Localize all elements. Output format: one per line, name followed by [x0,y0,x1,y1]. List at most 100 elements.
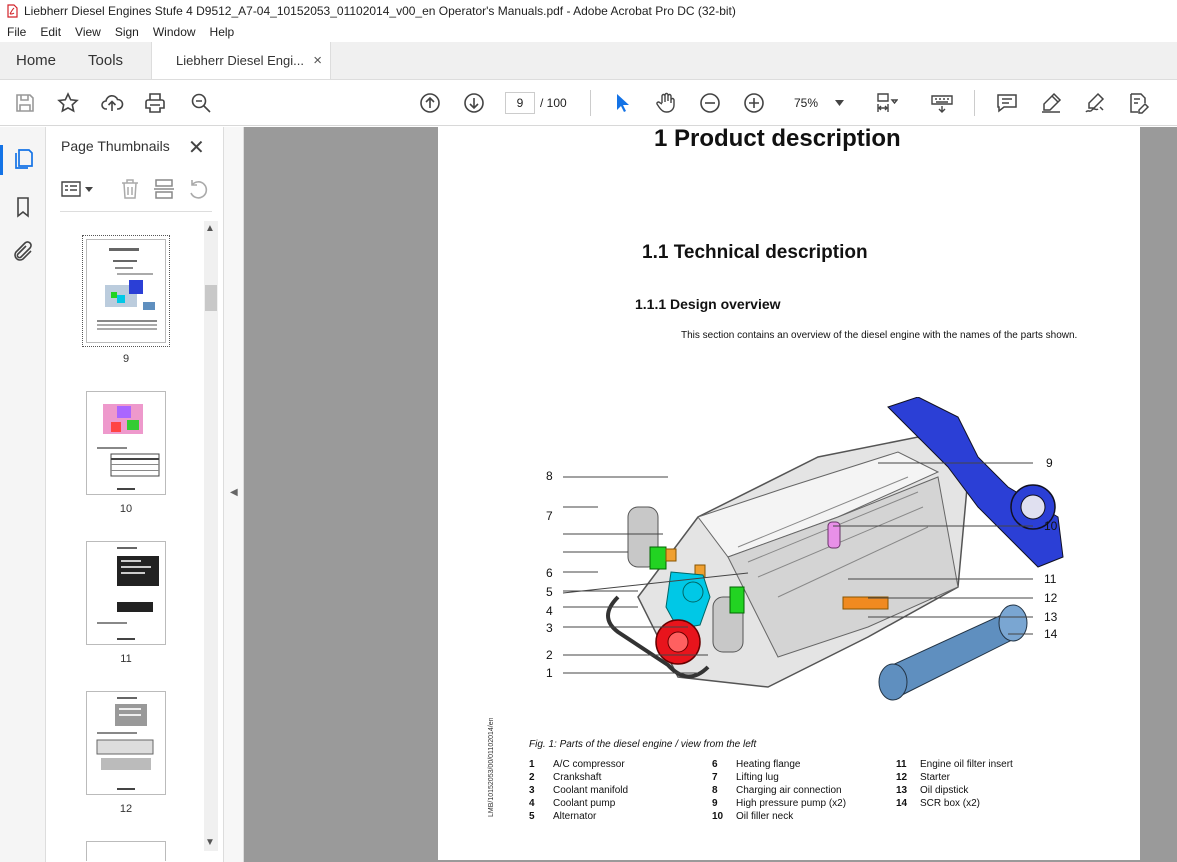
callout-label: 3 [546,621,553,635]
legend-text: Oil filler neck [736,811,794,822]
legend-number: 4 [529,798,535,809]
panel-collapse-handle[interactable]: ◀ [224,127,244,862]
zoom-select[interactable]: 75% [786,92,852,114]
save-icon[interactable] [13,91,37,115]
hand-tool-icon[interactable] [654,91,678,115]
legend-number: 11 [896,759,907,770]
insert-page-icon [154,179,174,199]
legend-text: High pressure pump (x2) [736,798,847,809]
window-titlebar: Liebherr Diesel Engines Stufe 4 D9512_A7… [0,0,1177,22]
callout-label: 9 [1046,456,1053,470]
thumbnail-label: 12 [119,803,133,815]
legend-text: Crankshaft [553,772,602,783]
panel-title: Page Thumbnails [61,138,170,154]
rotate-icon [190,180,208,199]
upload-cloud-icon[interactable] [100,91,124,115]
scroll-up-icon[interactable]: ▲ [205,223,215,234]
legend-text: Charging air connection [736,785,842,796]
legend-item: 3 Coolant manifold [529,784,628,797]
callout-label: 8 [546,469,553,483]
thumbnail-options-icon[interactable] [60,177,98,201]
menu-sign[interactable]: Sign [108,25,146,39]
thumbnail-preview [97,404,160,490]
thumbnails-scrollbar[interactable]: ▲ ▼ [204,221,218,851]
legend-number: 13 [896,785,908,796]
thumbnail-page-12[interactable] [86,691,166,795]
edit-stamp-icon[interactable] [1126,91,1150,115]
trash-icon [122,179,138,199]
callout-label: 10 [1044,519,1058,533]
legend-text: Heating flange [736,759,801,770]
legend-item: 6 Heating flange [712,758,801,771]
zoom-out-icon[interactable] [698,91,722,115]
legend-number: 3 [529,785,535,796]
callout-label: 7 [546,509,553,523]
menu-view[interactable]: View [68,25,108,39]
thumbnail-page-13[interactable] [86,841,166,861]
document-viewer[interactable]: 1 Product description 1.1 Technical desc… [244,127,1177,862]
legend-item: 10 Oil filler neck [712,810,793,823]
legend-number: 7 [712,772,718,783]
legend-number: 10 [712,811,724,822]
thumbnail-page-10[interactable] [86,391,166,495]
legend-number: 14 [896,798,908,809]
find-zoom-icon[interactable] [189,91,213,115]
menu-help[interactable]: Help [203,25,242,39]
thumbnail-preview [97,248,157,330]
star-icon[interactable] [56,91,80,115]
legend-item: 13 Oil dipstick [896,784,968,797]
highlight-pen-icon[interactable] [1039,91,1063,115]
toolbar-divider [590,90,591,116]
tab-tools[interactable]: Tools [72,42,139,79]
prev-page-icon[interactable] [418,91,442,115]
acrobat-app-icon [7,4,18,18]
scroll-thumb[interactable] [205,285,217,311]
bookmark-icon[interactable] [11,195,35,219]
menu-edit[interactable]: Edit [33,25,68,39]
print-icon[interactable] [143,91,167,115]
legend-number: 2 [529,772,535,783]
legend-item: 12 Starter [896,771,950,784]
menu-file[interactable]: File [0,25,33,39]
menu-window[interactable]: Window [146,25,203,39]
callout-label: 6 [546,566,553,580]
thumbnail-page-9[interactable] [82,235,170,347]
window-title: Liebherr Diesel Engines Stufe 4 D9512_A7… [24,4,736,18]
legend-text: Starter [920,772,951,783]
legend-item: 4 Coolant pump [529,797,615,810]
scroll-down-icon[interactable]: ▼ [205,837,215,848]
legend-item: 8 Charging air connection [712,784,842,797]
legend-text: Alternator [553,811,597,822]
attachment-icon[interactable] [11,240,35,264]
thumbnail-preview [96,697,154,790]
select-cursor-icon[interactable] [610,91,634,115]
draw-sign-icon[interactable] [1082,91,1106,115]
thumbnail-label: 9 [122,353,130,365]
thumbnail-label: 11 [120,653,132,665]
legend-text: Engine oil filter insert [920,759,1013,770]
callout-label: 4 [546,604,553,618]
navigation-rail [0,127,46,862]
callout-label: 5 [546,585,553,599]
keyboard-scroll-icon[interactable] [930,91,954,115]
tab-close-icon[interactable]: × [313,52,322,69]
collapse-left-icon: ◀ [230,487,238,498]
legend-text: Coolant pump [553,798,616,809]
page-thumbnails-icon[interactable] [11,147,35,171]
comment-icon[interactable] [995,91,1019,115]
thumbnail-page-11[interactable] [86,541,166,645]
callout-label: 13 [1044,610,1058,624]
panel-tools [60,177,210,201]
panel-close-icon[interactable]: ✕ [188,135,205,160]
tab-document[interactable]: Liebherr Diesel Engi... × [151,42,332,79]
next-page-icon[interactable] [462,91,486,115]
main-toolbar: 9 / 100 75% [0,80,1177,126]
legend-item: 7 Lifting lug [712,771,779,784]
callout-label: 12 [1044,591,1058,605]
page-number-input[interactable]: 9 [505,92,535,114]
page-fit-icon[interactable] [874,91,898,115]
document-code: LMB/10152053/00/01102014/en [488,717,495,817]
tab-home[interactable]: Home [0,42,72,79]
zoom-in-icon[interactable] [742,91,766,115]
zoom-value: 75% [794,96,819,110]
